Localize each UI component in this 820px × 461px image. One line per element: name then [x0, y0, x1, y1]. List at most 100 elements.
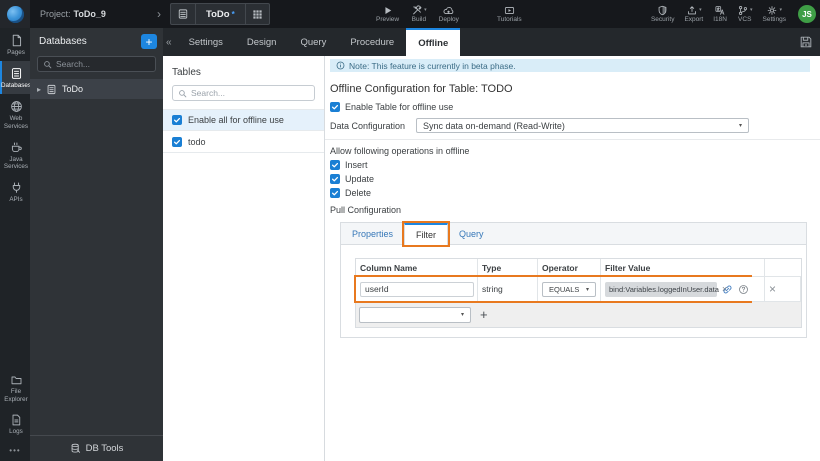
- data-configuration-label: Data Configuration: [330, 120, 406, 131]
- bind-link-icon[interactable]: [722, 284, 733, 295]
- select-caret-icon: ▾: [738, 123, 742, 129]
- enable-all-checkbox[interactable]: [172, 115, 182, 125]
- add-database-button[interactable]: +: [141, 34, 157, 49]
- databases-search[interactable]: [37, 56, 156, 72]
- export-upload-icon: [688, 6, 696, 15]
- insert-checkbox[interactable]: [330, 160, 340, 170]
- new-column-select[interactable]: ▾: [359, 306, 471, 323]
- select-caret-icon: ▾: [585, 286, 589, 293]
- header-actions: [765, 259, 801, 276]
- save-button[interactable]: [799, 28, 813, 56]
- delete-checkbox[interactable]: [330, 188, 340, 198]
- tables-panel-title: Tables: [172, 67, 201, 78]
- doc-tab-title: ToDo *: [195, 4, 245, 24]
- unsaved-marker: *: [231, 9, 235, 19]
- topbar-tutorials: Tutorials: [497, 0, 522, 28]
- cell-column-name: [356, 277, 478, 301]
- topbar-right-actions: Security ▾ Export I18N ▾ VCS ▾ Settings …: [651, 0, 816, 28]
- project-prefix: Project:: [40, 9, 71, 19]
- app-logo[interactable]: [0, 0, 30, 28]
- database-item-todo[interactable]: ▸ ToDo: [30, 79, 163, 99]
- operation-insert-row: Insert: [330, 160, 820, 170]
- column-name-input[interactable]: [360, 281, 474, 297]
- tables-search-input[interactable]: [191, 88, 309, 98]
- pull-tab-filter[interactable]: Filter: [404, 223, 449, 245]
- operations-group: Insert Update Delete: [325, 160, 820, 198]
- table-row-todo[interactable]: todo: [163, 131, 324, 153]
- open-document-tab[interactable]: ToDo *: [170, 3, 270, 25]
- enable-all-offline-row[interactable]: Enable all for offline use: [163, 109, 324, 131]
- tab-query[interactable]: Query: [288, 28, 338, 56]
- rail-item-web-services[interactable]: Web Services: [0, 94, 30, 134]
- add-filter-row-button[interactable]: +: [480, 308, 488, 321]
- filter-table-header: Column Name Type Operator Filter Value: [356, 259, 801, 276]
- header-type: Type: [478, 259, 538, 276]
- api-plug-icon: [12, 182, 20, 194]
- more-options-icon[interactable]: •••: [0, 440, 30, 459]
- filter-row-userid: string EQUALS ▾ bind:Variables.loggedInU…: [354, 275, 801, 303]
- rail-item-java-services[interactable]: Java Services: [0, 135, 30, 175]
- rail-bottom-group: File Explorer Logs •••: [0, 368, 30, 459]
- rail-item-file-explorer[interactable]: File Explorer: [0, 368, 30, 407]
- rail-item-databases[interactable]: Databases: [0, 61, 31, 95]
- database-doc-icon: [171, 4, 195, 24]
- beta-note-banner: Note: This feature is currently in beta …: [330, 59, 810, 72]
- build-button[interactable]: ▾ Build: [411, 5, 427, 24]
- user-avatar[interactable]: JS: [798, 5, 816, 23]
- export-button[interactable]: ▾ Export: [684, 5, 703, 24]
- rail-item-logs[interactable]: Logs: [0, 408, 30, 440]
- tab-design[interactable]: Design: [235, 28, 289, 56]
- grid-apps-icon[interactable]: [244, 4, 269, 24]
- tab-offline[interactable]: Offline: [406, 28, 461, 56]
- enable-table-checkbox[interactable]: [330, 101, 340, 112]
- security-button[interactable]: Security: [651, 5, 674, 24]
- bind-value-chip[interactable]: bind:Variables.loggedInUser.data ×: [605, 281, 727, 297]
- update-checkbox[interactable]: [330, 174, 340, 184]
- project-name: ToDo_9: [73, 9, 106, 19]
- cell-row-actions: ×: [765, 277, 801, 301]
- pull-tab-query[interactable]: Query: [448, 223, 495, 244]
- header-operator: Operator: [538, 259, 601, 276]
- rail-item-pages[interactable]: Pages: [0, 28, 30, 61]
- page-title: Offline Configuration for Table: TODO: [330, 83, 513, 95]
- db-tools-button[interactable]: DB Tools: [30, 435, 163, 461]
- pull-tab-properties[interactable]: Properties: [341, 223, 404, 244]
- todo-checkbox[interactable]: [172, 136, 182, 147]
- expand-caret-icon[interactable]: ▸: [37, 85, 41, 94]
- tutorials-button[interactable]: Tutorials: [497, 5, 522, 24]
- header-filter-value: Filter Value: [601, 259, 765, 276]
- settings-button[interactable]: ▾ Settings: [763, 5, 786, 24]
- vcs-button[interactable]: ▾ VCS: [737, 5, 753, 24]
- vcs-caret-icon: ▾: [749, 6, 753, 13]
- database-icon: [11, 68, 21, 80]
- rail-item-apis[interactable]: APIs: [0, 175, 30, 208]
- page-icon: [12, 34, 21, 47]
- database-table-icon: [47, 84, 56, 94]
- info-icon: [336, 61, 345, 70]
- pull-tabs: Properties Filter Query: [341, 223, 806, 245]
- pull-tab-content: Column Name Type Operator Filter Value s…: [341, 245, 806, 337]
- video-icon: [504, 6, 514, 14]
- delete-row-icon[interactable]: ×: [769, 282, 776, 296]
- i18n-button[interactable]: I18N: [713, 5, 727, 24]
- operations-label: Allow following operations in offline: [330, 146, 470, 156]
- build-tools-icon: [413, 5, 422, 15]
- tab-procedure[interactable]: Procedure: [338, 28, 406, 56]
- help-icon[interactable]: [738, 284, 749, 295]
- header-column-name: Column Name: [356, 259, 478, 276]
- cell-operator: EQUALS ▾: [538, 277, 601, 301]
- project-label: Project: ToDo_9: [40, 0, 106, 28]
- section-divider: [325, 139, 820, 140]
- preview-button[interactable]: Preview: [376, 5, 399, 24]
- tab-settings[interactable]: Settings: [177, 28, 235, 56]
- operator-select[interactable]: EQUALS ▾: [542, 281, 596, 297]
- data-configuration-select[interactable]: Sync data on-demand (Read-Write) ▾: [416, 118, 749, 133]
- operation-delete-row: Delete: [330, 188, 820, 198]
- tables-search[interactable]: [172, 85, 315, 101]
- shield-icon: [658, 5, 667, 15]
- settings-caret-icon: ▾: [779, 6, 782, 13]
- deploy-button[interactable]: Deploy: [439, 5, 459, 24]
- collapse-panel-icon[interactable]: «: [163, 28, 177, 56]
- filter-table-footer: ▾ +: [356, 301, 801, 327]
- databases-search-input[interactable]: [56, 59, 150, 69]
